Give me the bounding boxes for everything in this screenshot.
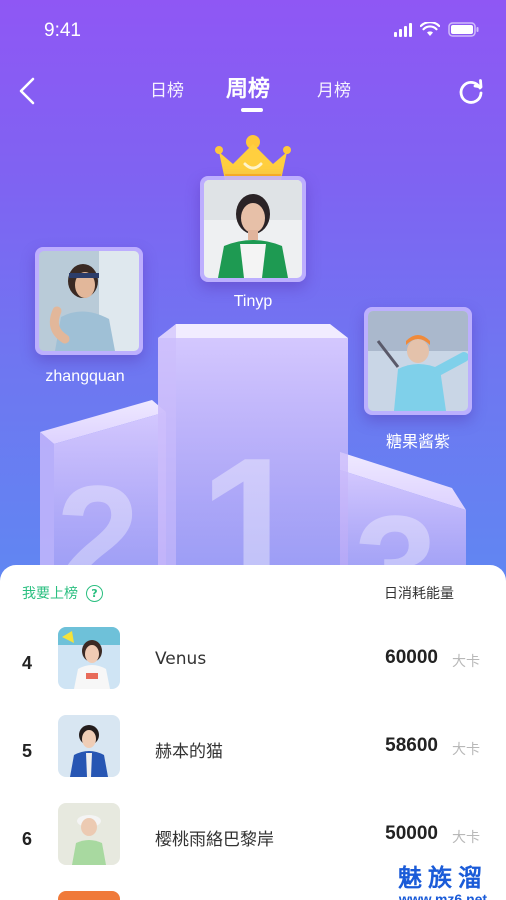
join-ranking-label: 我要上榜 bbox=[22, 586, 78, 602]
row-username: 赫本的猫 bbox=[155, 742, 223, 762]
podium-name-third: 糖果酱紫 bbox=[385, 434, 450, 451]
row-unit: 大卡 bbox=[452, 742, 480, 758]
ranking-list-panel: 我要上榜 ? 日消耗能量 4 Venus 60000 大卡 5 赫本的猫 586… bbox=[0, 565, 506, 900]
status-bar: 9:41 bbox=[0, 0, 506, 60]
row-avatar bbox=[58, 715, 120, 777]
tab-daily[interactable]: 日榜 bbox=[150, 76, 184, 101]
row-score: 60000 bbox=[385, 647, 438, 668]
battery-icon bbox=[448, 22, 479, 37]
podium-name-first: Tinyp bbox=[233, 293, 273, 310]
watermark: 魅族溜 www.mz6.net bbox=[398, 858, 488, 900]
help-icon[interactable]: ? bbox=[86, 584, 103, 602]
leaderboard-hero: 2 3 1 9:41 日榜 周榜 月榜 Tinyp zhangquan 糖果酱紫 bbox=[0, 0, 506, 600]
row-unit: 大卡 bbox=[452, 654, 480, 670]
active-tab-indicator bbox=[241, 108, 263, 112]
tab-weekly[interactable]: 周榜 bbox=[226, 71, 270, 103]
join-ranking-button[interactable]: 我要上榜 ? bbox=[22, 583, 103, 603]
avatar-second[interactable] bbox=[35, 247, 143, 355]
row-rank: 5 bbox=[22, 741, 33, 761]
tab-monthly[interactable]: 月榜 bbox=[317, 76, 351, 101]
row-rank: 6 bbox=[22, 829, 33, 849]
status-icons bbox=[394, 22, 480, 37]
cellular-signal-icon bbox=[394, 22, 412, 37]
watermark-url: www.mz6.net bbox=[398, 891, 488, 900]
avatar-second-photo bbox=[39, 251, 139, 351]
wifi-icon bbox=[420, 22, 440, 36]
row-score: 58600 bbox=[385, 735, 438, 756]
podium-name-second: zhangquan bbox=[45, 368, 125, 385]
list-row-partial[interactable] bbox=[58, 891, 120, 900]
row-unit: 大卡 bbox=[452, 830, 480, 846]
avatar-first-photo bbox=[204, 180, 302, 278]
podium-block-first: 1 bbox=[158, 324, 348, 600]
refresh-icon[interactable] bbox=[456, 76, 486, 106]
row-username: 樱桃雨絡巴黎岸 bbox=[155, 830, 274, 850]
row-avatar bbox=[58, 803, 120, 865]
avatar-third[interactable] bbox=[364, 307, 472, 415]
period-tabs: 日榜 周榜 月榜 bbox=[0, 68, 506, 118]
energy-column-header: 日消耗能量 bbox=[384, 586, 454, 602]
row-username: Venus bbox=[155, 649, 207, 669]
status-time: 9:41 bbox=[44, 20, 81, 41]
list-row[interactable]: 4 Venus 60000 大卡 bbox=[0, 627, 506, 707]
avatar-first[interactable] bbox=[200, 176, 306, 282]
watermark-text: 魅族溜 bbox=[398, 864, 488, 892]
avatar-third-photo bbox=[368, 311, 469, 411]
row-avatar bbox=[58, 627, 120, 689]
row-rank: 4 bbox=[22, 653, 33, 673]
list-row[interactable]: 5 赫本的猫 58600 大卡 bbox=[0, 715, 506, 795]
list-header: 我要上榜 ? 日消耗能量 bbox=[22, 583, 484, 607]
row-score: 50000 bbox=[385, 823, 438, 844]
